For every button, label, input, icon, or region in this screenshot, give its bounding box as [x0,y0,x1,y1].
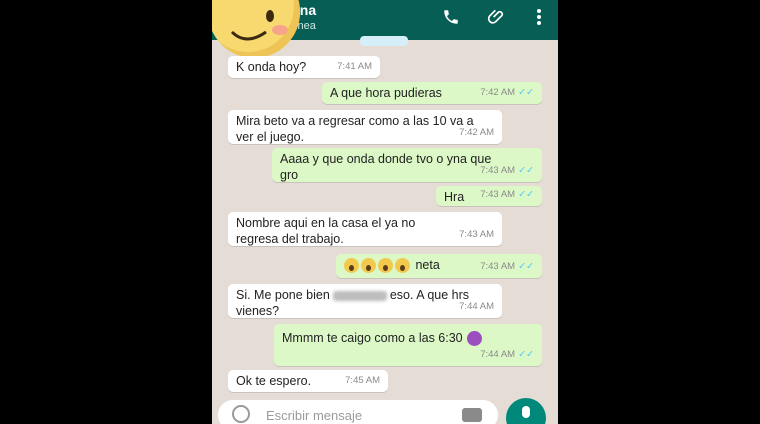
message-text: Aaaa y que onda donde tvo o yna que gro [280,152,492,182]
message-text: Mmmm te caigo como a las 6:30 [282,331,463,345]
phone-call-icon[interactable] [440,6,462,28]
message-time: 7:45 AM [345,375,380,386]
message-time: 7:41 AM [337,61,372,72]
camera-icon[interactable] [462,408,482,422]
more-options-icon[interactable] [528,6,550,28]
scared-face-icon [378,258,393,274]
microphone-icon [522,406,530,418]
message-time: 7:42 AM [459,127,494,138]
scared-face-icon [361,258,376,274]
message-incoming[interactable]: K onda hoy? 7:41 AM [228,56,380,78]
message-text: Si. Me pone bien [236,288,330,302]
message-outgoing[interactable]: A que hora pudieras 7:42 AM ✓✓ [322,82,542,104]
read-ticks-icon: ✓✓ [518,87,534,98]
attach-clip-icon[interactable] [486,6,508,28]
message-outgoing[interactable]: Hra 7:43 AM ✓✓ [436,186,542,206]
message-time: 7:44 AM [480,349,516,360]
blurred-word [332,290,387,301]
message-time: 7:43 AM [459,229,494,240]
scared-face-icon [395,258,410,274]
message-composer [212,394,558,424]
message-time: 7:44 AM [459,301,494,312]
devil-face-icon [466,331,482,347]
message-incoming[interactable]: Nombre aqui en la casa el ya no regresa … [228,212,502,246]
message-outgoing[interactable]: Aaaa y que onda donde tvo o yna que gro … [272,148,542,182]
message-outgoing[interactable]: neta 7:43 AM ✓✓ [336,254,542,278]
emoji-icon[interactable] [232,405,250,423]
read-ticks-icon: ✓✓ [518,165,534,176]
date-chip [360,36,408,46]
message-text: Nombre aqui en la casa el ya no regresa … [236,216,416,246]
message-input-box[interactable] [218,400,498,424]
read-ticks-icon: ✓✓ [518,349,534,360]
scared-face-icon [344,258,359,274]
message-incoming[interactable]: Si. Me pone bien eso. A que hrs vienes? 7… [228,284,502,318]
read-ticks-icon: ✓✓ [518,261,534,272]
message-time: 7:42 AM [480,87,516,98]
message-incoming[interactable]: Ok te espero. 7:45 AM [228,370,388,392]
message-text: Mira beto va a regresar como a las 10 va… [236,114,474,144]
message-text: neta [415,258,440,272]
chat-screen: ana línea K onda hoy? 7:41 AM A que hora… [212,0,558,424]
microphone-button[interactable] [506,398,546,424]
read-ticks-icon: ✓✓ [518,189,534,200]
message-time: 7:43 AM [480,165,516,176]
message-outgoing[interactable]: Mmmm te caigo como a las 6:30 7:44 AM ✓✓ [274,324,542,366]
message-list[interactable]: K onda hoy? 7:41 AM A que hora pudieras … [212,36,558,394]
message-incoming[interactable]: Mira beto va a regresar como a las 10 va… [228,110,502,144]
message-time: 7:43 AM [480,261,516,272]
message-input[interactable] [264,404,448,424]
message-time: 7:43 AM [480,189,516,200]
